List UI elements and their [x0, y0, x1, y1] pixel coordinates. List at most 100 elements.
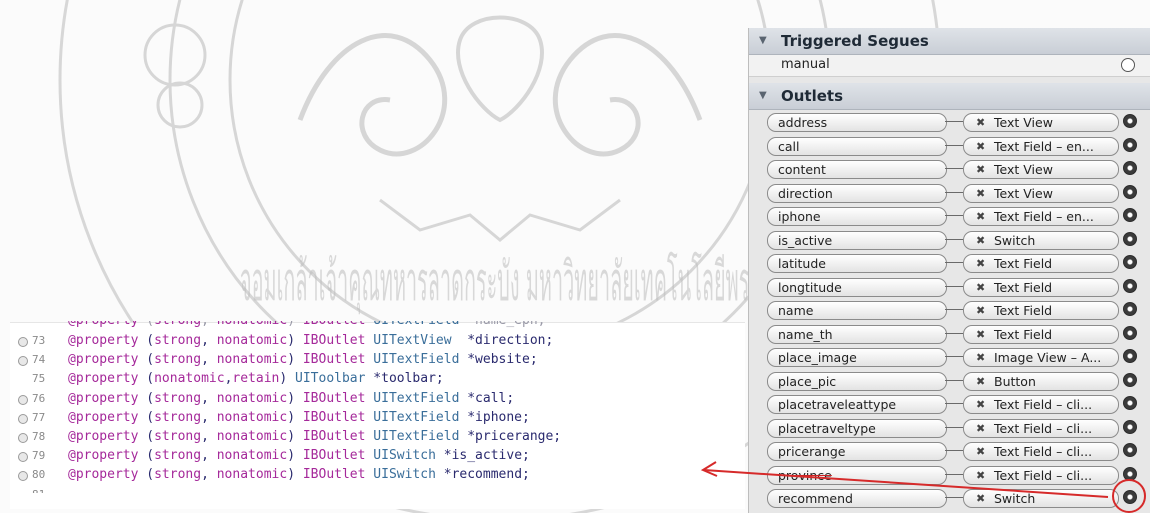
code-text[interactable]: @property (strong, nonatomic) IBOutlet U… [68, 448, 530, 464]
outlet-target-pill[interactable]: ✖ Text Field [963, 277, 1119, 297]
remove-x-icon[interactable]: ✖ [976, 279, 985, 296]
outlet-name-pill[interactable]: direction [767, 183, 947, 203]
outlet-row: longtitude ✖ Text Field [749, 276, 1150, 299]
connection-well-icon[interactable] [1123, 396, 1137, 410]
remove-x-icon[interactable]: ✖ [976, 420, 985, 437]
connection-well-icon[interactable] [1123, 231, 1137, 246]
outlet-name-pill[interactable]: name [767, 301, 947, 320]
outlet-name-pill[interactable]: latitude [767, 254, 947, 273]
code-text[interactable]: @property (strong, nonatomic) IBOutlet U… [68, 391, 514, 407]
outlet-name-pill[interactable]: place_image [767, 348, 947, 367]
connection-well-icon[interactable] [1123, 184, 1137, 199]
remove-x-icon[interactable]: ✖ [976, 490, 985, 507]
outlet-target-pill[interactable]: ✖ Text View [963, 183, 1119, 203]
code-text[interactable]: @property (strong, nonatomic) IBOutlet U… [68, 429, 561, 445]
outlet-name-pill[interactable]: placetraveltype [767, 418, 947, 438]
outlet-connected-icon[interactable] [18, 471, 28, 482]
section-triggered-segues[interactable]: ▼ Triggered Segues [749, 28, 1150, 55]
remove-x-icon[interactable]: ✖ [976, 208, 985, 225]
outlet-target-pill[interactable]: ✖ Switch [963, 489, 1119, 508]
connection-well-icon[interactable] [1123, 443, 1137, 457]
outlet-name-pill[interactable]: recommend [767, 489, 947, 508]
outlet-target-pill[interactable]: ✖ Text Field [963, 301, 1119, 320]
outlet-target-pill[interactable]: ✖ Text Field [963, 324, 1119, 344]
line-number: 80 [32, 468, 46, 482]
code-editor[interactable]: @property (strong, nonatomic) IBOutlet U… [10, 321, 745, 509]
outlet-connected-icon[interactable] [18, 413, 28, 424]
outlet-target-pill[interactable]: ✖ Text Field – cli... [963, 465, 1119, 485]
outlet-name-pill[interactable]: province [767, 465, 947, 485]
connection-well-icon[interactable] [1123, 419, 1137, 434]
outlet-name-pill[interactable]: is_active [767, 230, 947, 250]
outlet-target-pill[interactable]: ✖ Switch [963, 230, 1119, 250]
outlet-target-pill[interactable]: ✖ Button [963, 371, 1119, 391]
outlet-name-pill[interactable]: call [767, 136, 947, 156]
connection-well-icon[interactable] [1123, 349, 1137, 363]
remove-x-icon[interactable]: ✖ [976, 443, 985, 460]
remove-x-icon[interactable]: ✖ [976, 232, 985, 249]
section-outlets[interactable]: ▼ Outlets [749, 83, 1150, 110]
remove-x-icon[interactable]: ✖ [976, 326, 985, 343]
outlet-target-pill[interactable]: ✖ Text Field – cli... [963, 442, 1119, 461]
connection-well-icon[interactable] [1123, 372, 1137, 387]
outlet-target-pill[interactable]: ✖ Text Field [963, 254, 1119, 273]
connection-well-icon[interactable] [1123, 490, 1137, 504]
outlet-target: Text Field – en... [994, 138, 1094, 154]
code-line: 73 @property (strong, nonatomic) IBOutlet… [10, 333, 745, 349]
remove-x-icon[interactable]: ✖ [976, 373, 985, 390]
remove-x-icon[interactable]: ✖ [976, 114, 985, 131]
disclosure-triangle-icon[interactable]: ▼ [759, 28, 767, 54]
connection-well-icon[interactable] [1123, 208, 1137, 222]
outlet-name-pill[interactable]: address [767, 113, 947, 132]
remove-x-icon[interactable]: ✖ [976, 396, 985, 413]
remove-x-icon[interactable]: ✖ [976, 255, 985, 272]
connection-line [945, 426, 963, 428]
outlet-name-pill[interactable]: longtitude [767, 277, 947, 297]
remove-x-icon[interactable]: ✖ [976, 138, 985, 155]
outlet-row: content ✖ Text View [749, 158, 1150, 181]
code-text[interactable]: @property (strong, nonatomic) IBOutlet U… [68, 467, 530, 483]
disclosure-triangle-icon[interactable]: ▼ [759, 83, 767, 109]
connection-well-icon[interactable] [1123, 278, 1137, 293]
remove-x-icon[interactable]: ✖ [976, 349, 985, 366]
connection-well-icon[interactable] [1123, 302, 1137, 316]
remove-x-icon[interactable]: ✖ [976, 161, 985, 178]
outlet-connected-icon[interactable] [18, 452, 28, 463]
outlet-target-pill[interactable]: ✖ Text View [963, 160, 1119, 179]
code-text[interactable]: @property (strong, nonatomic) IBOutlet U… [68, 410, 530, 426]
outlet-target-pill[interactable]: ✖ Image View – A... [963, 348, 1119, 367]
outlet-name-pill[interactable]: name_th [767, 324, 947, 344]
outlet-name-pill[interactable]: placetraveleattype [767, 395, 947, 414]
outlet-name-pill[interactable]: content [767, 160, 947, 179]
connection-circle-icon[interactable] [1121, 58, 1135, 72]
outlet-name: iphone [778, 209, 821, 224]
connection-well-icon[interactable] [1123, 161, 1137, 175]
outlet-name-pill[interactable]: iphone [767, 207, 947, 226]
outlet-name-pill[interactable]: place_pic [767, 371, 947, 391]
outlet-connected-icon[interactable] [18, 356, 28, 367]
code-text[interactable]: @property (nonatomic,retain) UIToolbar *… [68, 371, 444, 387]
outlet-name-pill[interactable]: pricerange [767, 442, 947, 461]
outlet-target-pill[interactable]: ✖ Text Field – en... [963, 136, 1119, 156]
outlet-connected-icon[interactable] [18, 337, 28, 347]
code-line: 79 @property (strong, nonatomic) IBOutlet… [10, 448, 745, 464]
remove-x-icon[interactable]: ✖ [976, 467, 985, 484]
connection-well-icon[interactable] [1123, 255, 1137, 269]
remove-x-icon[interactable]: ✖ [976, 302, 985, 319]
outlet-target-pill[interactable]: ✖ Text Field – cli... [963, 395, 1119, 414]
code-text[interactable]: @property (strong, nonatomic) IBOutlet U… [68, 352, 538, 368]
outlet-target-pill[interactable]: ✖ Text View [963, 113, 1119, 132]
code-text[interactable]: @property (strong, nonatomic) IBOutlet U… [68, 333, 553, 349]
connection-line [945, 450, 963, 451]
outlet-target-pill[interactable]: ✖ Text Field – cli... [963, 418, 1119, 438]
connection-well-icon[interactable] [1123, 137, 1137, 152]
connection-well-icon[interactable] [1123, 325, 1137, 340]
remove-x-icon[interactable]: ✖ [976, 185, 985, 202]
outlet-target-pill[interactable]: ✖ Text Field – en... [963, 207, 1119, 226]
outlet-connected-icon[interactable] [18, 433, 28, 443]
outlet-connected-icon[interactable] [18, 394, 28, 405]
connection-well-icon[interactable] [1123, 114, 1137, 128]
connection-well-icon[interactable] [1123, 466, 1137, 481]
section-title: Outlets [781, 87, 844, 105]
connection-line [945, 168, 963, 169]
